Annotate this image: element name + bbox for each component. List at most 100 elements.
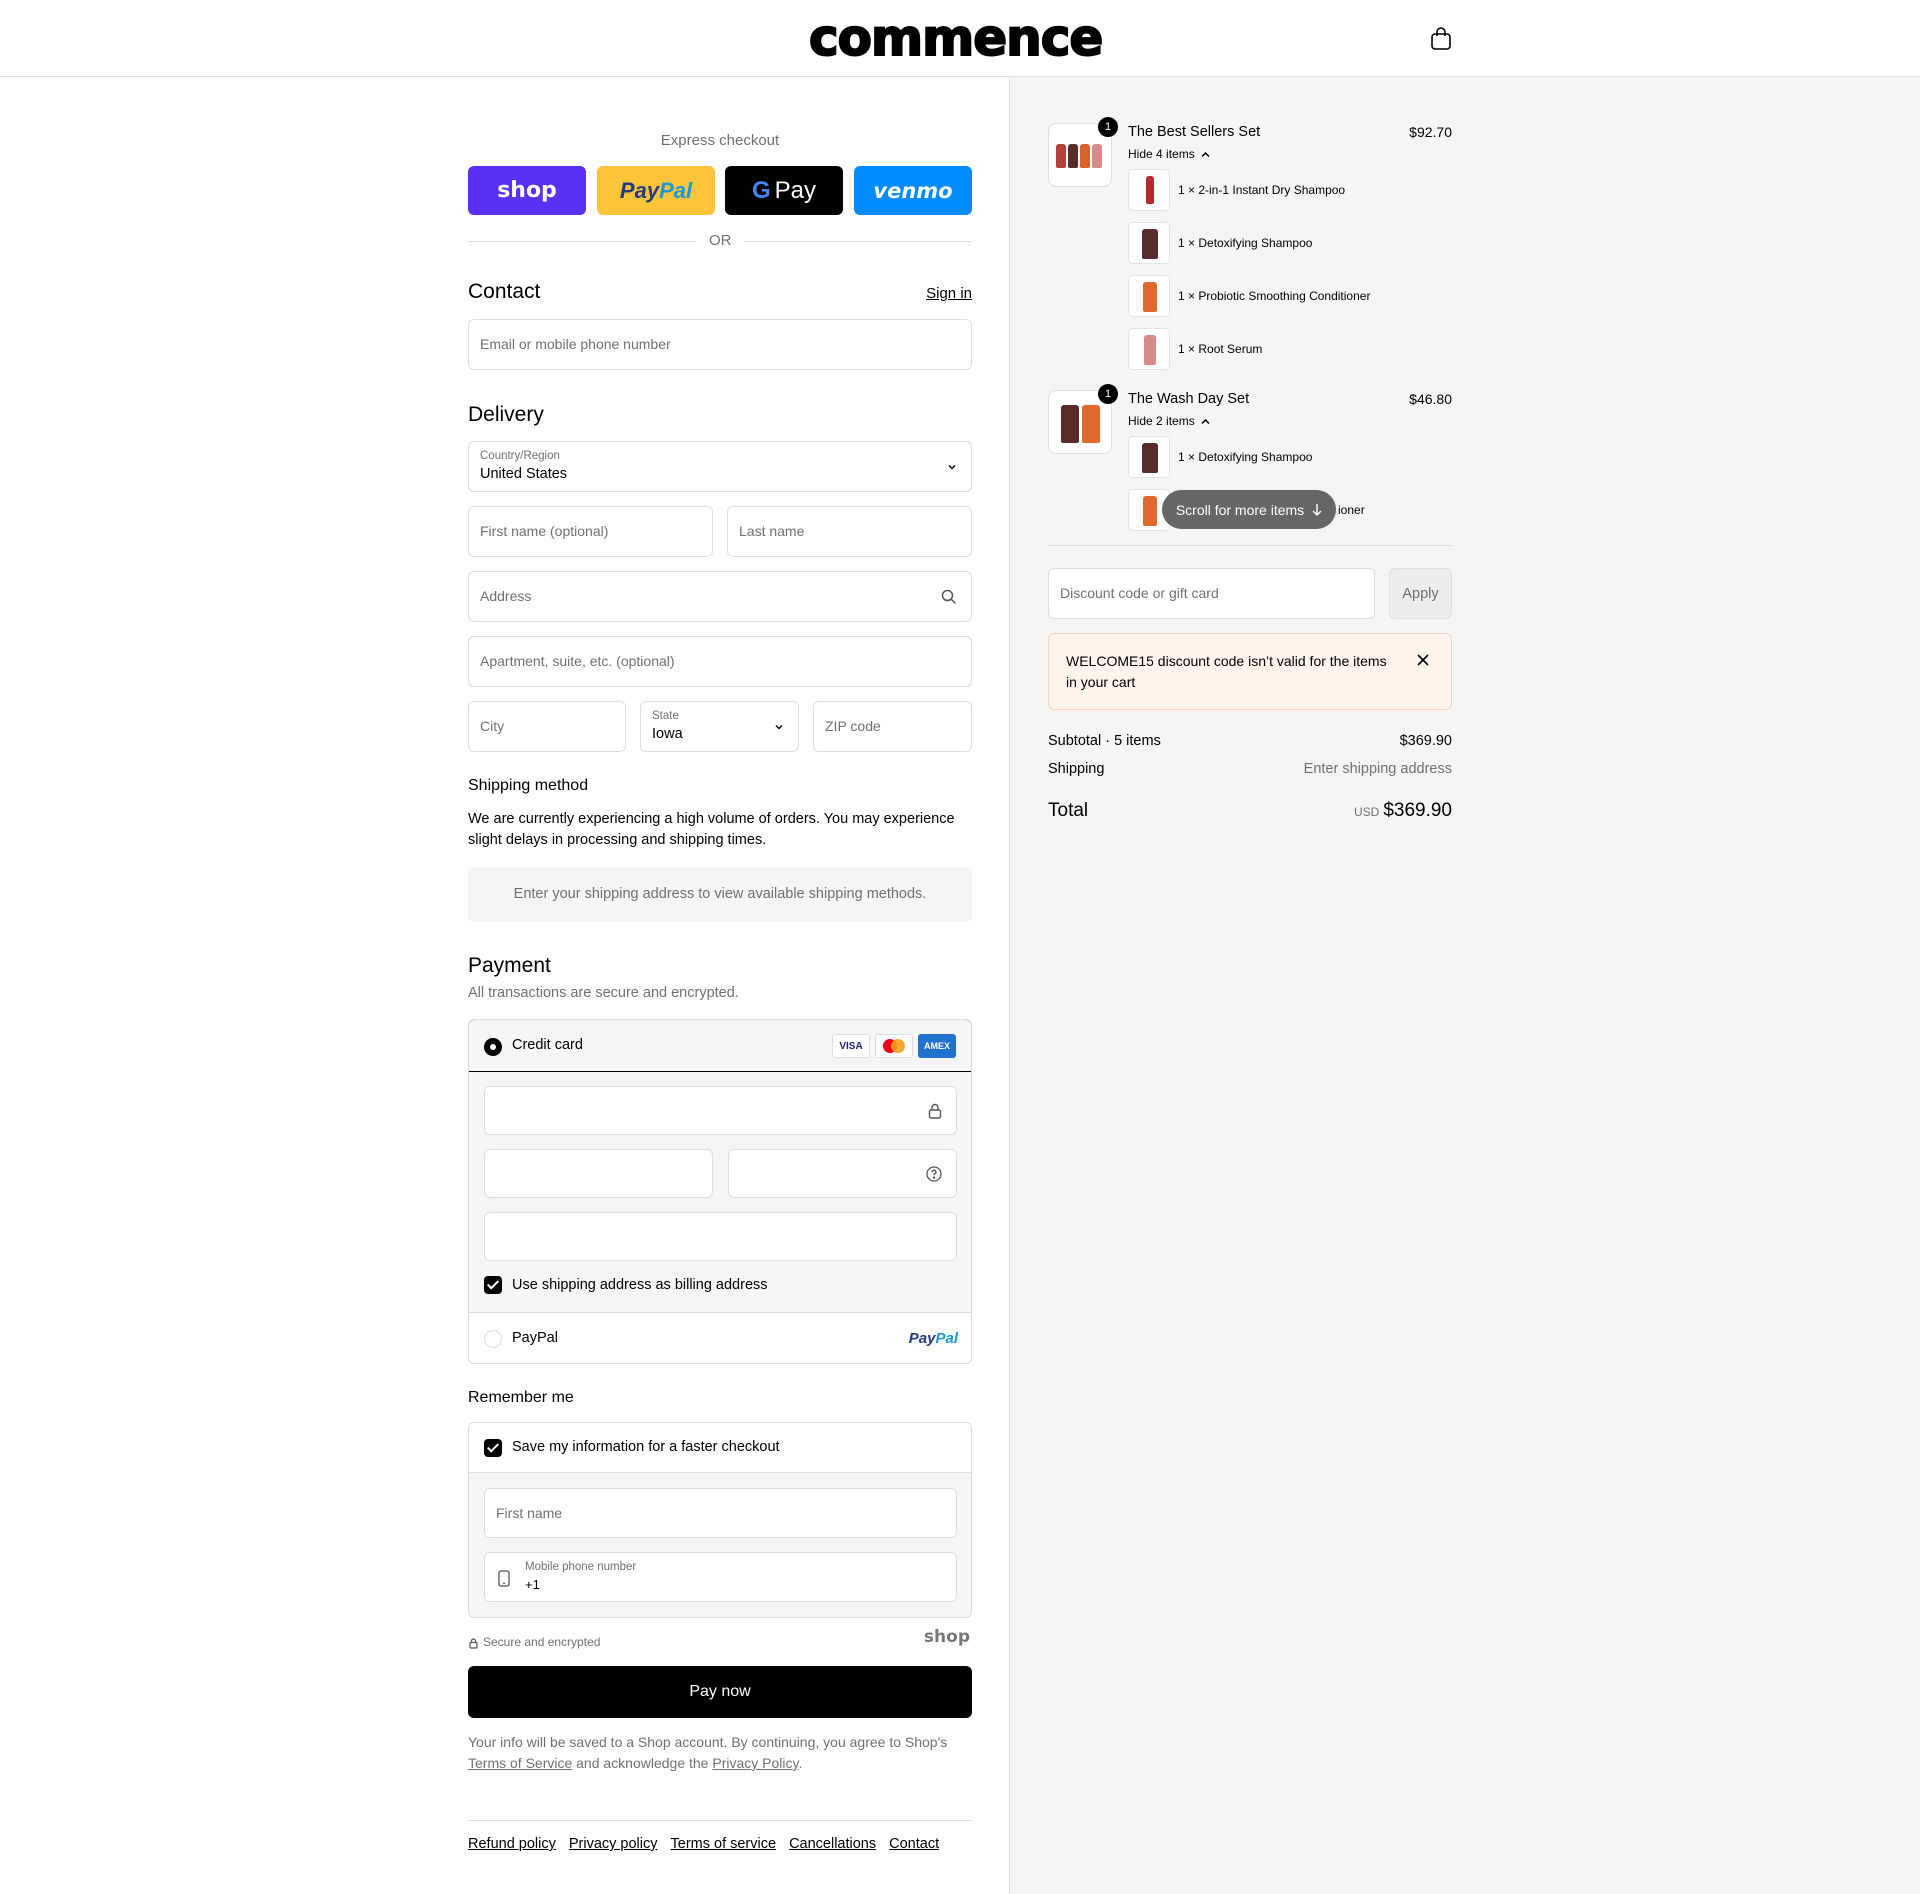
security-code-field[interactable] [728, 1149, 957, 1198]
shipping-method-heading: Shipping method [468, 777, 589, 794]
item-title: The Wash Day Set [1128, 391, 1250, 407]
total-value: $369.90 [1383, 800, 1452, 821]
subtotal-row: Subtotal · 5 items $369.90 [1048, 733, 1452, 749]
paypal-option[interactable]: PayPal PayPal [469, 1312, 971, 1363]
save-info-checkbox[interactable] [484, 1439, 502, 1457]
contact-heading: Contact [468, 280, 541, 303]
shop-logo: shop [923, 1627, 970, 1647]
venmo-button[interactable]: venmo [854, 166, 972, 215]
pay-now-button[interactable]: Pay now [468, 1666, 972, 1718]
mobile-phone-field[interactable]: Mobile phone number +1 [484, 1552, 957, 1602]
state-select[interactable]: State Iowa [640, 701, 799, 752]
google-pay-label: Pay [774, 176, 817, 204]
close-icon[interactable] [1417, 654, 1429, 666]
search-icon [941, 589, 957, 605]
card-number-field[interactable] [484, 1086, 957, 1135]
sub-item: 1 × Probiotic Smoothing Conditioner [1178, 289, 1371, 303]
name-on-card-field[interactable] [484, 1212, 957, 1261]
hide-items-label: Hide 4 items [1128, 147, 1195, 161]
paypal-radio[interactable] [484, 1330, 502, 1348]
sign-in-link[interactable]: Sign in [926, 285, 972, 302]
sub-item: ioner [1338, 503, 1365, 517]
mobile-phone-label: Mobile phone number [525, 1561, 637, 1573]
item-title: The Best Sellers Set [1128, 124, 1261, 140]
quantity-badge: 1 [1098, 117, 1118, 137]
discount-code-field[interactable]: Discount code or gift card [1048, 568, 1375, 619]
shipping-value: Enter shipping address [1303, 761, 1452, 777]
mobile-phone-value: +1 [525, 1577, 540, 1592]
google-pay-button[interactable]: G Pay [725, 166, 843, 215]
lock-icon [469, 1638, 478, 1649]
shipping-row: Shipping Enter shipping address [1048, 761, 1452, 777]
total-row: Total USD $369.90 [1048, 800, 1452, 822]
arrow-down-icon [1312, 504, 1322, 516]
credit-card-radio[interactable] [484, 1038, 502, 1056]
scroll-for-more-button[interactable]: Scroll for more items [1162, 490, 1336, 529]
scroll-hint-label: Scroll for more items [1175, 501, 1305, 518]
footer-link-privacy-policy[interactable]: Privacy policy [569, 1836, 658, 1852]
shipping-label: Shipping [1048, 761, 1105, 777]
city-field[interactable]: City [468, 701, 626, 752]
total-label: Total [1048, 800, 1089, 821]
chevron-up-icon [1201, 151, 1210, 158]
country-label: Country/Region [480, 450, 560, 462]
site-header: commence [0, 0, 1920, 77]
discount-warning-text: WELCOME15 discount code isn’t valid for … [1066, 653, 1387, 690]
store-logo[interactable]: commence [808, 9, 1104, 67]
save-info-row[interactable]: Save my information for a faster checkou… [469, 1423, 971, 1473]
last-name-field[interactable]: Last name [727, 506, 972, 557]
address-field[interactable]: Address [468, 571, 972, 622]
summary-divider [1048, 545, 1452, 546]
privacy-policy-link[interactable]: Privacy Policy [712, 1755, 798, 1771]
country-select[interactable]: Country/Region United States [468, 441, 972, 492]
country-value: United States [480, 466, 568, 482]
item-price: $92.70 [1409, 124, 1452, 140]
apply-discount-button[interactable]: Apply [1389, 568, 1452, 619]
footer-divider [468, 1820, 972, 1821]
sub-item: 1 × 2-in-1 Instant Dry Shampoo [1178, 183, 1346, 197]
remember-first-name-field[interactable]: First name [484, 1488, 957, 1538]
sub-item: 1 × Detoxifying Shampoo [1178, 236, 1313, 250]
email-placeholder: Email or mobile phone number [480, 336, 671, 352]
apartment-field[interactable]: Apartment, suite, etc. (optional) [468, 636, 972, 687]
paypal-button[interactable]: Pay Pal [597, 166, 715, 215]
express-checkout-title: Express checkout [660, 132, 780, 149]
expiration-date-field[interactable] [484, 1149, 713, 1198]
first-name-placeholder: First name (optional) [480, 523, 609, 539]
help-circle-icon[interactable] [926, 1166, 942, 1182]
delivery-heading: Delivery [468, 403, 544, 426]
terms-of-service-link[interactable]: Terms of Service [468, 1755, 572, 1771]
remember-me-box: Save my information for a faster checkou… [468, 1422, 972, 1618]
zip-placeholder: ZIP code [825, 718, 881, 734]
billing-address-checkbox[interactable] [484, 1276, 502, 1294]
sub-item: 1 × Detoxifying Shampoo [1178, 450, 1313, 464]
sub-item: 1 × Root Serum [1178, 342, 1263, 356]
first-name-field[interactable]: First name (optional) [468, 506, 713, 557]
remember-first-name-placeholder: First name [496, 1505, 563, 1521]
hide-items-toggle[interactable]: Hide 4 items [1128, 147, 1210, 161]
payment-subtitle: All transactions are secure and encrypte… [468, 985, 739, 1001]
or-divider-right [744, 241, 972, 242]
footer-link-terms-of-service[interactable]: Terms of service [671, 1836, 777, 1852]
address-placeholder: Address [480, 588, 532, 604]
zip-field[interactable]: ZIP code [813, 701, 972, 752]
footer-links: Refund policy Privacy policy Terms of se… [468, 1836, 939, 1852]
shop-pay-button[interactable]: shop [468, 166, 586, 215]
footer-link-cancellations[interactable]: Cancellations [789, 1836, 876, 1852]
sub-item-thumbnail [1128, 436, 1170, 478]
sub-item-thumbnail [1128, 275, 1170, 317]
item-price: $46.80 [1409, 391, 1452, 407]
discount-warning-banner: WELCOME15 discount code isn’t valid for … [1048, 633, 1452, 710]
chevron-down-icon [948, 465, 956, 470]
subtotal-value: $369.90 [1399, 733, 1452, 749]
legal-suffix: . [798, 1755, 803, 1771]
shopping-bag-icon[interactable] [1430, 27, 1452, 51]
hide-items-toggle[interactable]: Hide 2 items [1128, 414, 1210, 428]
email-field[interactable]: Email or mobile phone number [468, 319, 972, 370]
footer-link-contact[interactable]: Contact [889, 1836, 939, 1852]
credit-card-option[interactable]: Credit card VISA AMEX [469, 1020, 971, 1072]
total-amount: USD $369.90 [1354, 800, 1452, 822]
secure-encrypted-text: Secure and encrypted [483, 1635, 601, 1649]
footer-link-refund-policy[interactable]: Refund policy [468, 1836, 556, 1852]
payment-heading: Payment [468, 954, 551, 977]
